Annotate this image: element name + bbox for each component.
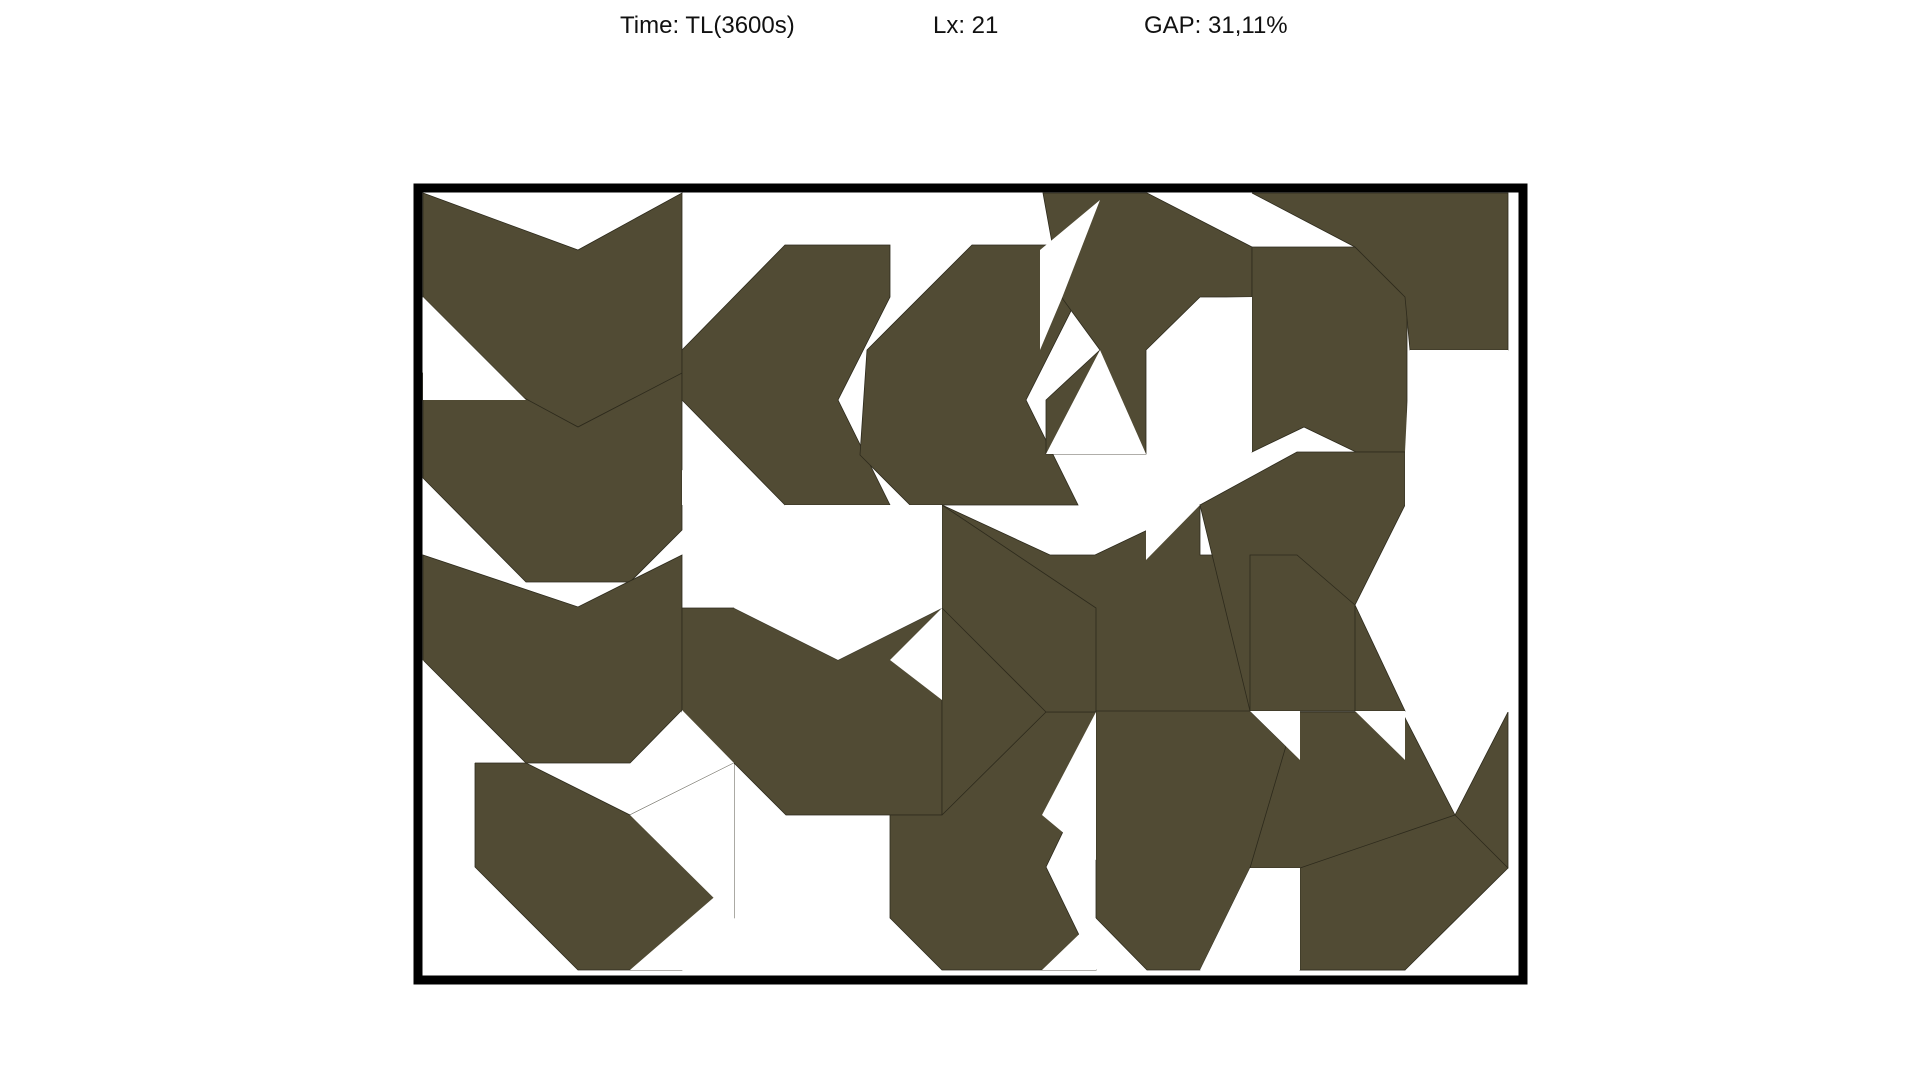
gap-region-2 xyxy=(682,470,734,505)
piece-12 xyxy=(1251,246,1408,453)
pieces-layer xyxy=(422,192,1509,971)
gap-region-10 xyxy=(1200,297,1252,452)
gap-region-11 xyxy=(1405,350,1508,712)
packing-board xyxy=(413,183,1528,985)
piece-3 xyxy=(422,554,683,764)
piece-5 xyxy=(681,244,891,506)
